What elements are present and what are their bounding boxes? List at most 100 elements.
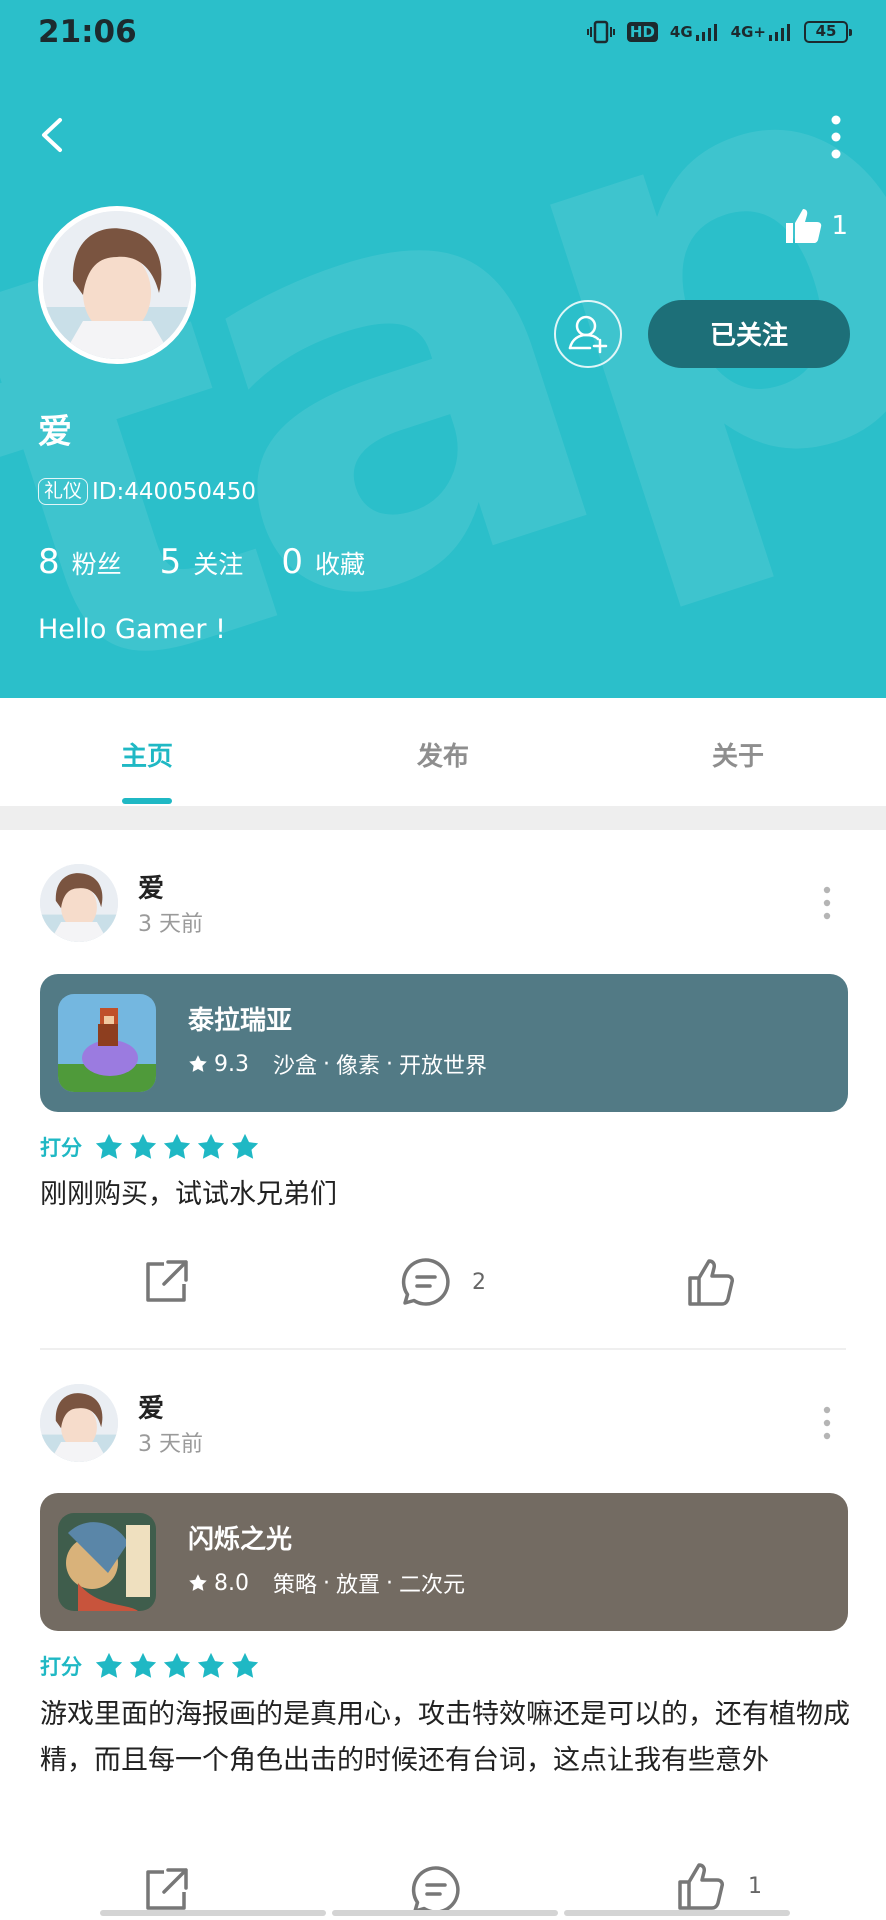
profile-tabs: 主页 发布 关于: [0, 698, 886, 806]
user-id: ID:440050450: [92, 478, 256, 505]
star-icon: [95, 1133, 123, 1159]
add-user-icon: [568, 315, 608, 354]
rating-row: 打分: [40, 1651, 260, 1681]
stat-fans[interactable]: 8 粉丝: [38, 542, 122, 582]
hd-icon: HD: [626, 22, 658, 42]
signal-icon-1: 4G: [670, 23, 719, 41]
game-score: 9.3: [214, 1051, 249, 1077]
comment-button[interactable]: [410, 1864, 482, 1916]
tag-separator: ·: [386, 1570, 394, 1596]
following-button[interactable]: 已关注: [648, 300, 850, 368]
game-tag: 像素: [336, 1054, 381, 1079]
game-meta: 8.0 策略 · 放置 · 二次元: [188, 1567, 465, 1599]
tab-home[interactable]: 主页: [121, 736, 173, 773]
profile-bio: Hello Gamer !: [38, 614, 226, 645]
star-icon: [231, 1652, 259, 1678]
post-author-name[interactable]: 爱: [138, 1388, 164, 1425]
rating-row: 打分: [40, 1132, 260, 1162]
like-button[interactable]: [686, 1256, 758, 1308]
post-text[interactable]: 游戏里面的海报画的是真用心，攻击特效嘛还是可以的，还有植物成精，而且每一个角色出…: [40, 1692, 850, 1784]
stat-value: 5: [159, 542, 182, 582]
active-tab-indicator: [122, 798, 172, 804]
game-meta: 9.3 沙盒 · 像素 · 开放世界: [188, 1048, 487, 1080]
game-title: 闪烁之光: [188, 1525, 293, 1555]
star-icon: [163, 1652, 191, 1678]
tag-separator: ·: [386, 1051, 394, 1077]
star-icon: [197, 1133, 225, 1159]
add-friend-button[interactable]: [554, 300, 622, 368]
network-type-2: 4G+: [730, 23, 766, 41]
star-icon: [95, 1652, 123, 1678]
profile-like-count: 1: [831, 211, 848, 241]
stat-following[interactable]: 5 关注: [160, 542, 244, 582]
stat-label: 关注: [193, 550, 244, 579]
star-icon: [129, 1133, 157, 1159]
star-icon: [231, 1133, 259, 1159]
post-more-icon[interactable]: [820, 886, 834, 920]
share-icon: [146, 1868, 188, 1910]
star-icon: [163, 1133, 191, 1159]
more-options-icon[interactable]: [826, 114, 846, 160]
signal-icon-2: 4G+: [731, 23, 792, 41]
section-divider: [0, 806, 886, 830]
game-tag: 开放世界: [399, 1054, 488, 1079]
comment-icon: [411, 1866, 460, 1914]
stat-value: 8: [38, 542, 60, 582]
tab-about[interactable]: 关于: [712, 736, 764, 773]
comment-button[interactable]: 2: [400, 1256, 486, 1308]
star-icon: [189, 1574, 207, 1591]
post-text[interactable]: 刚刚购买，试试水兄弟们: [40, 1172, 850, 1218]
game-card[interactable]: 泰拉瑞亚 9.3 沙盒 · 像素 · 开放世界: [40, 974, 848, 1112]
game-tag: 策略: [273, 1573, 318, 1598]
game-tag: 二次元: [399, 1573, 466, 1598]
comment-icon: [401, 1258, 450, 1306]
star-icon: [189, 1055, 207, 1072]
share-button[interactable]: [140, 1864, 192, 1916]
profile-avatar[interactable]: [38, 206, 196, 364]
game-card[interactable]: 闪烁之光 8.0 策略 · 放置 · 二次元: [40, 1493, 848, 1631]
thumbs-up-outline-icon: [678, 1863, 724, 1910]
scroll-indicator: [100, 1910, 790, 1916]
avatar-portrait: [43, 211, 191, 359]
stat-favorites[interactable]: 0 收藏: [281, 542, 365, 582]
profile-username: 爱: [38, 412, 72, 452]
stat-value: 0: [281, 542, 303, 582]
tag-separator: ·: [323, 1570, 331, 1596]
like-button[interactable]: 1: [676, 1860, 762, 1912]
etiquette-badge[interactable]: 礼仪: [38, 478, 89, 505]
stat-label: 收藏: [314, 550, 365, 579]
game-icon-terraria: [58, 994, 156, 1092]
rating-label: 打分: [40, 1136, 82, 1160]
thumbs-up-icon: [786, 209, 822, 243]
vibrate-icon: [586, 20, 615, 44]
tag-separator: ·: [323, 1051, 331, 1077]
game-score: 8.0: [214, 1570, 249, 1596]
stat-label: 粉丝: [71, 550, 122, 579]
profile-id-row: 礼仪 ID:440050450: [38, 478, 256, 505]
post-more-icon[interactable]: [820, 1406, 834, 1440]
post-author-name[interactable]: 爱: [138, 868, 164, 905]
comment-count: 2: [472, 1269, 486, 1295]
back-arrow-icon[interactable]: [30, 110, 80, 160]
status-bar: 21:06 HD 4G 4G+ 45: [0, 0, 886, 70]
post-time: 3 天前: [138, 1432, 203, 1457]
post-author-avatar[interactable]: [40, 864, 118, 942]
battery-icon: 45: [804, 21, 852, 43]
status-icons: HD 4G 4G+ 45: [586, 20, 852, 44]
game-tag: 沙盒: [273, 1054, 318, 1079]
post-time: 3 天前: [138, 912, 203, 937]
star-icon: [197, 1652, 225, 1678]
tab-posts[interactable]: 发布: [417, 736, 469, 773]
like-count: 1: [748, 1873, 762, 1899]
profile-stats: 8 粉丝 5 关注 0 收藏: [38, 542, 403, 582]
share-icon: [146, 1260, 188, 1302]
post-divider: [40, 1348, 846, 1350]
profile-header: tap 21:06 HD 4G 4G+ 45 1 已关注 爱 礼仪 ID:440…: [0, 0, 886, 698]
share-button[interactable]: [140, 1256, 192, 1308]
post-author-avatar[interactable]: [40, 1384, 118, 1462]
thumbs-up-outline-icon: [688, 1259, 734, 1306]
rating-label: 打分: [40, 1655, 82, 1679]
profile-like[interactable]: 1: [783, 206, 848, 246]
game-tag: 放置: [336, 1573, 381, 1598]
game-icon-flicker-light: [58, 1513, 156, 1611]
